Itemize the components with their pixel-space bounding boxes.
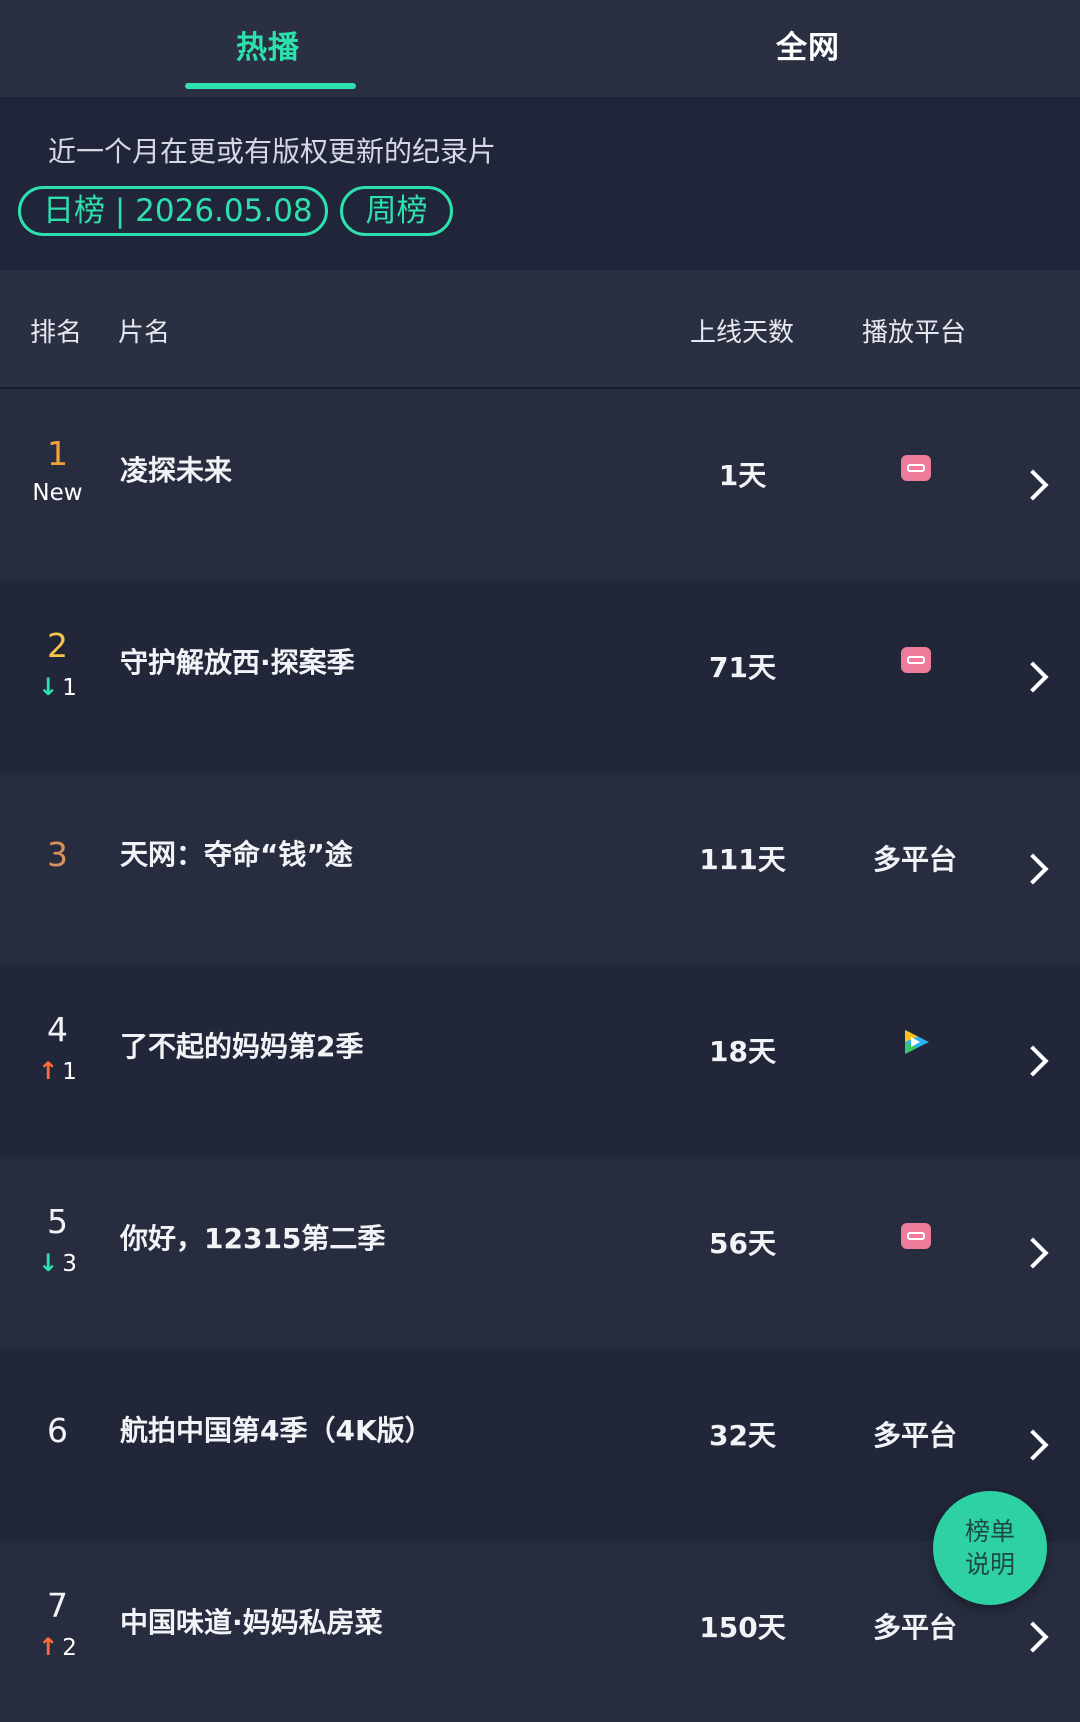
column-header-title: 片名 [118,318,171,348]
fab-label-line1: 榜单 [964,1517,1015,1546]
column-header-days: 上线天数 [690,318,795,348]
online-days: 111天 [699,843,786,876]
rank-number: 5 [47,1202,68,1241]
show-title: 航拍中国第4季（4K版） [120,1414,433,1447]
online-days: 150天 [699,1611,786,1644]
bilibili-icon [901,647,931,673]
chart-explanation-button[interactable]: 榜单 说明 [933,1491,1047,1605]
tencent-video-icon [905,1030,929,1054]
show-title: 中国味道·妈妈私房菜 [120,1606,383,1639]
column-header-platform: 播放平台 [862,318,967,348]
chevron-right-icon[interactable] [1017,1429,1049,1461]
rank-number: 2 [47,626,68,665]
show-title: 天网：夺命“钱”途 [120,838,353,871]
rank-change: ↑ 1 [0,1057,115,1085]
page-subtitle: 近一个月在更或有版权更新的纪录片 [48,135,497,168]
bilibili-icon [901,1223,931,1249]
bilibili-icon [901,455,931,481]
weekly-chart-button[interactable]: 周榜 [340,186,453,236]
table-row[interactable]: 5 ↓ 3 你好，12315第二季 56天 [0,1157,1080,1349]
online-days: 18天 [709,1035,776,1068]
platform-name: 多平台 [872,843,957,876]
show-title: 凌探未来 [120,454,233,487]
rank-number: 7 [47,1586,68,1625]
active-tab-indicator [185,83,356,89]
arrow-up-icon: ↑ [38,1057,59,1085]
column-header-rank: 排名 [30,318,83,348]
platform-name: 多平台 [872,1419,957,1452]
chevron-right-icon[interactable] [1017,469,1049,501]
rank-change-value: 2 [62,1635,77,1661]
arrow-up-icon: ↑ [38,1633,59,1661]
platform-name: 多平台 [872,1611,957,1644]
show-title: 守护解放西·探案季 [120,646,355,679]
table-row[interactable]: 3 天网：夺命“钱”途 111天 多平台 [0,773,1080,965]
online-days: 71天 [709,651,776,684]
chevron-right-icon[interactable] [1017,853,1049,885]
table-row[interactable]: 2 ↓ 1 守护解放西·探案季 71天 [0,581,1080,773]
rank-number: 4 [47,1010,68,1049]
chevron-right-icon[interactable] [1017,1237,1049,1269]
rank-change-value: 1 [62,675,77,701]
arrow-down-icon: ↓ [38,673,59,701]
tab-hot[interactable]: 热播 [236,22,300,67]
chevron-right-icon[interactable] [1017,1621,1049,1653]
daily-chart-button[interactable]: 日榜 | 2026.05.08 [18,186,328,236]
fab-label-line2: 说明 [964,1550,1015,1579]
rank-number: 1 [47,434,68,473]
chevron-right-icon[interactable] [1017,661,1049,693]
rank-change-value: 3 [62,1251,77,1277]
show-title: 你好，12315第二季 [120,1222,386,1255]
online-days: 56天 [709,1227,776,1260]
new-badge: New [32,480,83,506]
online-days: 32天 [709,1419,776,1452]
online-days: 1天 [718,459,767,492]
table-header: 排名 片名 上线天数 播放平台 [0,270,1080,389]
chart-header [0,97,1080,270]
chevron-right-icon[interactable] [1017,1045,1049,1077]
rank-change: ↑ 2 [0,1633,115,1661]
table-row[interactable]: 1 New 凌探未来 1天 [0,389,1080,581]
table-row[interactable]: 7 ↑ 2 中国味道·妈妈私房菜 150天 多平台 [0,1541,1080,1722]
rank-change-value: 1 [62,1059,77,1085]
show-title: 了不起的妈妈第2季 [120,1030,364,1063]
tab-all[interactable]: 全网 [776,22,840,67]
rank-change: ↓ 3 [0,1249,115,1277]
rank-change: ↓ 1 [0,673,115,701]
tab-bar: 热播 全网 [0,0,1080,97]
arrow-down-icon: ↓ [38,1249,59,1277]
table-row[interactable]: 4 ↑ 1 了不起的妈妈第2季 18天 [0,965,1080,1157]
rank-number: 3 [47,835,68,874]
rank-number: 6 [47,1411,68,1450]
table-row[interactable]: 6 航拍中国第4季（4K版） 32天 多平台 [0,1349,1080,1541]
